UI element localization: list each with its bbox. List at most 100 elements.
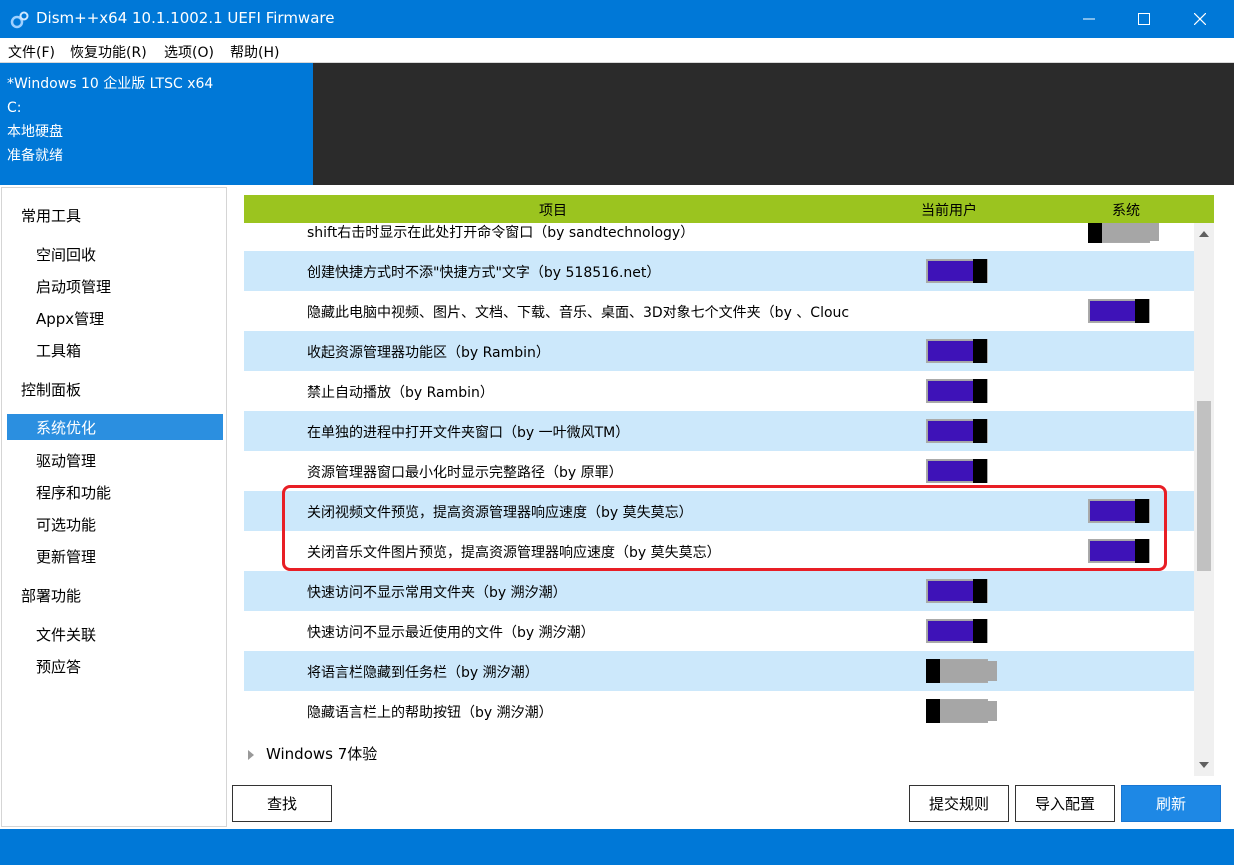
nav-item-space-reclaim[interactable]: 空间回收: [36, 244, 96, 265]
highlight-box: [282, 485, 1167, 571]
content-panel: 项目 当前用户 系统 shift右击时显示在此处打开命令窗口（by sandte…: [228, 187, 1234, 827]
toggle-knob: [926, 699, 940, 723]
system-info-panel[interactable]: *Windows 10 企业版 LTSC x64 C: 本地硬盘 准备就绪: [0, 63, 313, 185]
nav-item-system-optimize[interactable]: 系统优化: [7, 414, 223, 440]
toggle-knob: [973, 259, 987, 283]
current-user-toggle[interactable]: [926, 259, 988, 283]
toggle-track: [928, 421, 974, 441]
nav-item-updates[interactable]: 更新管理: [36, 546, 96, 567]
tweak-label: 禁止自动播放（by Rambin）: [307, 385, 494, 401]
nav-item-optional-features[interactable]: 可选功能: [36, 514, 96, 535]
menu-help[interactable]: 帮助(H): [230, 42, 279, 62]
toggle-track: [941, 661, 997, 681]
toggle-track: [928, 621, 974, 641]
nav-item-programs[interactable]: 程序和功能: [36, 482, 111, 503]
table-row[interactable]: 禁止自动播放（by Rambin）: [244, 371, 1194, 411]
tweak-label: 资源管理器窗口最小化时显示完整路径（by 原罪）: [307, 465, 623, 481]
toggle-knob: [973, 619, 987, 643]
column-header-item[interactable]: 项目: [539, 200, 567, 220]
table-row[interactable]: 将语言栏隐藏到任务栏（by 溯汐潮）: [244, 651, 1194, 691]
expand-arrow-icon: [248, 749, 254, 760]
toggle-track: [1103, 223, 1159, 241]
system-toggle[interactable]: [1088, 223, 1159, 243]
app-gear-icon: [10, 11, 29, 29]
current-user-toggle[interactable]: [926, 419, 988, 443]
toggle-knob: [1135, 299, 1149, 323]
table-row[interactable]: 快速访问不显示最近使用的文件（by 溯汐潮）: [244, 611, 1194, 651]
close-icon: [1194, 13, 1206, 25]
group-windows7[interactable]: Windows 7体验: [248, 743, 377, 764]
status-bar: [0, 829, 1234, 865]
tweak-label: 隐藏此电脑中视频、图片、文档、下载、音乐、桌面、3D对象七个文件夹（by 、Cl…: [307, 305, 850, 321]
close-button[interactable]: [1177, 0, 1223, 38]
table-row[interactable]: 创建快捷方式时不添"快捷方式"文字（by 518516.net）: [244, 251, 1194, 291]
table-header: 项目 当前用户 系统: [244, 195, 1214, 223]
menu-bar: 文件(F) 恢复功能(R) 选项(O) 帮助(H): [0, 38, 1234, 63]
os-name: *Windows 10 企业版 LTSC x64: [7, 76, 214, 92]
nav-item-toolbox[interactable]: 工具箱: [36, 340, 81, 361]
import-config-button[interactable]: 导入配置: [1015, 785, 1115, 822]
toggle-track: [928, 261, 974, 281]
current-user-toggle[interactable]: [926, 379, 988, 403]
scroll-up-icon[interactable]: [1199, 229, 1209, 239]
nav-item-label: 系统优化: [36, 419, 97, 437]
refresh-button[interactable]: 刷新: [1121, 785, 1221, 822]
find-button[interactable]: 查找: [232, 785, 332, 822]
column-header-current-user[interactable]: 当前用户: [921, 200, 977, 220]
minimize-icon: [1083, 18, 1095, 20]
current-user-toggle[interactable]: [926, 699, 997, 723]
current-user-toggle[interactable]: [926, 339, 988, 363]
scroll-down-icon[interactable]: [1199, 760, 1209, 770]
maximize-icon: [1138, 13, 1150, 25]
toggle-knob: [1088, 223, 1102, 243]
minimize-button[interactable]: [1066, 0, 1112, 38]
toggle-knob: [973, 459, 987, 483]
system-toggle[interactable]: [1088, 299, 1150, 323]
nav-category-control-panel: 控制面板: [21, 381, 82, 399]
submit-rule-button[interactable]: 提交规则: [909, 785, 1009, 822]
maximize-button[interactable]: [1121, 0, 1167, 38]
toggle-track: [928, 581, 974, 601]
toggle-track: [1090, 301, 1136, 321]
vertical-scrollbar[interactable]: [1194, 223, 1214, 776]
drive-type: 本地硬盘: [7, 124, 63, 140]
tweak-label: 收起资源管理器功能区（by Rambin）: [307, 345, 550, 361]
column-header-system[interactable]: 系统: [1112, 200, 1140, 220]
menu-options[interactable]: 选项(O): [164, 42, 214, 62]
toggle-track: [928, 461, 974, 481]
table-row[interactable]: 隐藏语言栏上的帮助按钮（by 溯汐潮）: [244, 691, 1194, 731]
nav-item-drivers[interactable]: 驱动管理: [36, 450, 96, 471]
toggle-track: [928, 381, 974, 401]
tweak-label: 在单独的进程中打开文件夹窗口（by 一叶微风TM）: [307, 425, 630, 441]
toggle-track: [941, 701, 997, 721]
table-row[interactable]: shift右击时显示在此处打开命令窗口（by sandtechnology）: [244, 223, 1194, 251]
menu-file[interactable]: 文件(F): [8, 42, 55, 62]
tweak-label: 快速访问不显示最近使用的文件（by 溯汐潮）: [307, 625, 595, 641]
nav-item-startup[interactable]: 启动项管理: [36, 276, 111, 297]
table-row[interactable]: 隐藏此电脑中视频、图片、文档、下载、音乐、桌面、3D对象七个文件夹（by 、Cl…: [244, 291, 1194, 331]
nav-category-common-tools: 常用工具: [21, 207, 82, 225]
table-row[interactable]: 在单独的进程中打开文件夹窗口（by 一叶微风TM）: [244, 411, 1194, 451]
current-user-toggle[interactable]: [926, 659, 997, 683]
table-row[interactable]: 收起资源管理器功能区（by Rambin）: [244, 331, 1194, 371]
window-title: Dism++x64 10.1.1002.1 UEFI Firmware: [36, 9, 335, 27]
tweak-label: 快速访问不显示常用文件夹（by 溯汐潮）: [307, 585, 567, 601]
toggle-track: [928, 341, 974, 361]
nav-item-file-assoc[interactable]: 文件关联: [36, 624, 96, 645]
status-text: 准备就绪: [7, 148, 63, 164]
scroll-thumb[interactable]: [1197, 401, 1211, 571]
tweak-label: 创建快捷方式时不添"快捷方式"文字（by 518516.net）: [307, 265, 661, 281]
toggle-knob: [973, 579, 987, 603]
current-user-toggle[interactable]: [926, 579, 988, 603]
sidebar: 常用工具 空间回收 启动项管理 Appx管理 工具箱 控制面板 系统优化 驱动管…: [1, 187, 227, 827]
menu-restore[interactable]: 恢复功能(R): [70, 42, 147, 62]
current-user-toggle[interactable]: [926, 459, 988, 483]
toggle-knob: [973, 339, 987, 363]
toggle-knob: [973, 379, 987, 403]
nav-item-appx[interactable]: Appx管理: [36, 308, 104, 329]
table-row[interactable]: 快速访问不显示常用文件夹（by 溯汐潮）: [244, 571, 1194, 611]
current-user-toggle[interactable]: [926, 619, 988, 643]
group-label: Windows 7体验: [266, 745, 378, 763]
nav-item-answer-file[interactable]: 预应答: [36, 656, 81, 677]
title-bar: Dism++x64 10.1.1002.1 UEFI Firmware: [0, 0, 1234, 38]
